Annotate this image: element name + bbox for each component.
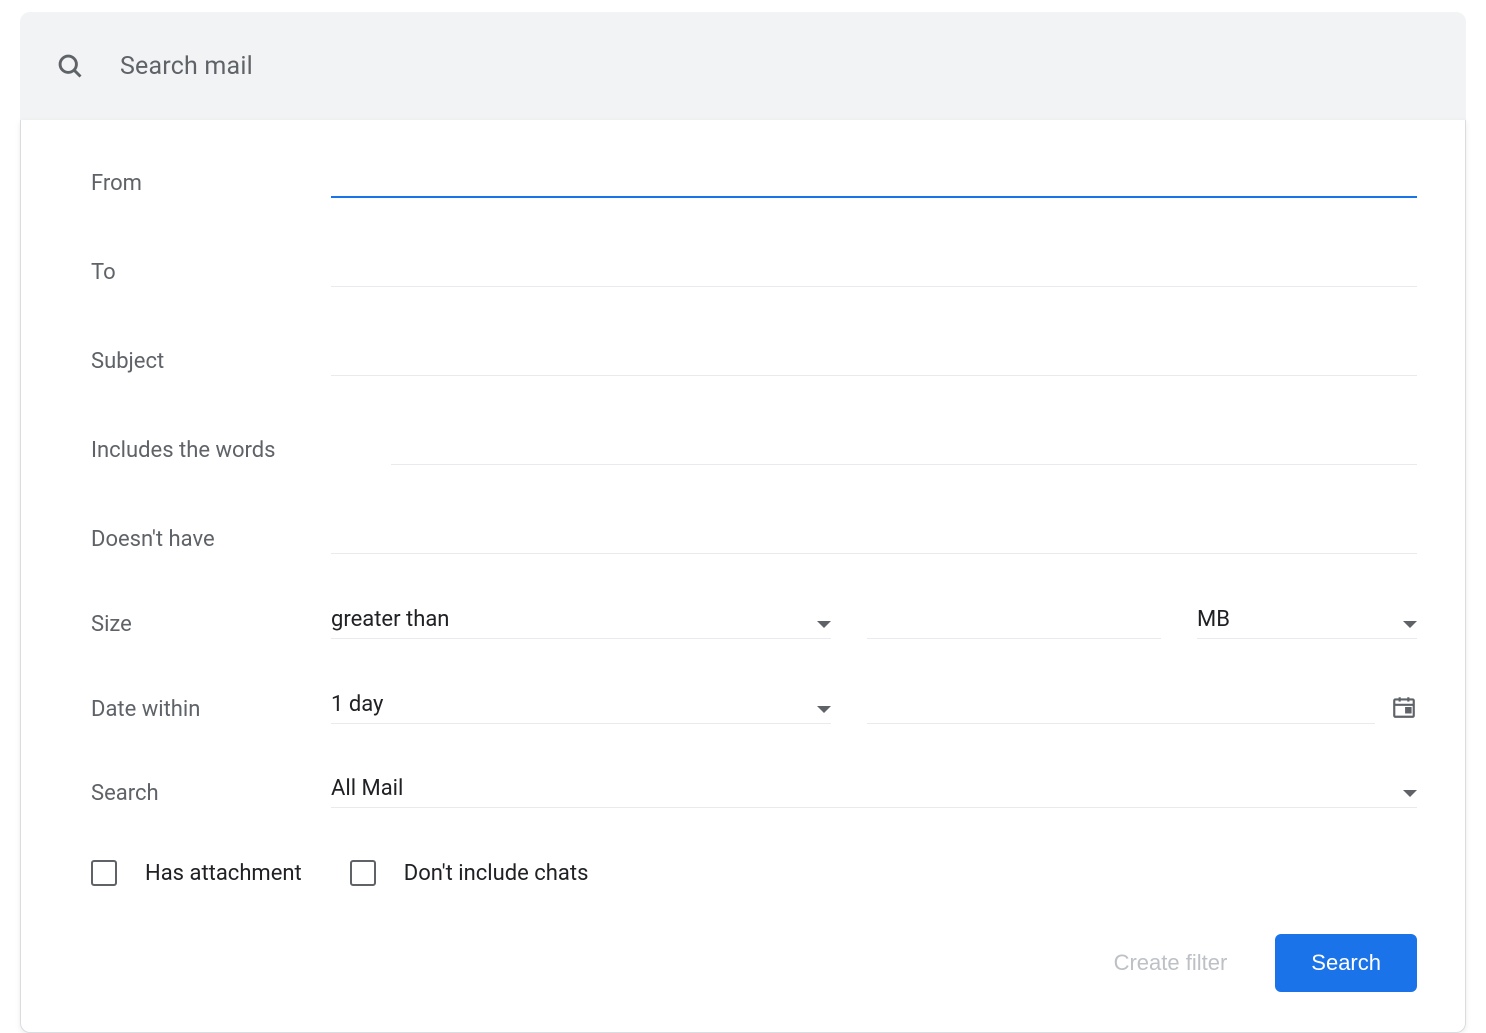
size-label: Size bbox=[91, 612, 331, 639]
from-input[interactable] bbox=[331, 160, 1417, 198]
has-attachment-label: Has attachment bbox=[145, 861, 302, 886]
caret-down-icon bbox=[1403, 621, 1417, 628]
size-compare-select[interactable]: greater than bbox=[331, 607, 831, 639]
doesnt-have-label: Doesn't have bbox=[91, 527, 331, 554]
size-value-input[interactable] bbox=[867, 606, 1161, 639]
to-input[interactable] bbox=[331, 250, 1417, 287]
includes-words-input[interactable] bbox=[391, 428, 1417, 465]
size-unit-value: MB bbox=[1197, 607, 1393, 632]
search-scope-select[interactable]: All Mail bbox=[331, 776, 1417, 808]
caret-down-icon bbox=[1403, 790, 1417, 797]
subject-input[interactable] bbox=[331, 339, 1417, 376]
date-range-value: 1 day bbox=[331, 692, 807, 717]
from-label: From bbox=[91, 171, 331, 198]
search-bar[interactable]: Search mail bbox=[20, 12, 1466, 120]
exclude-chats-label: Don't include chats bbox=[404, 861, 589, 886]
exclude-chats-checkbox[interactable] bbox=[350, 860, 376, 886]
has-attachment-checkbox-item[interactable]: Has attachment bbox=[91, 860, 302, 886]
search-scope-label: Search bbox=[91, 781, 331, 808]
subject-label: Subject bbox=[91, 349, 331, 376]
size-unit-select[interactable]: MB bbox=[1197, 607, 1417, 639]
has-attachment-checkbox[interactable] bbox=[91, 860, 117, 886]
date-within-label: Date within bbox=[91, 697, 331, 724]
date-range-select[interactable]: 1 day bbox=[331, 692, 831, 724]
search-button[interactable]: Search bbox=[1275, 934, 1417, 992]
advanced-search-panel: From To Subject Includes the words Doesn… bbox=[20, 120, 1466, 1033]
exclude-chats-checkbox-item[interactable]: Don't include chats bbox=[350, 860, 589, 886]
caret-down-icon bbox=[817, 706, 831, 713]
caret-down-icon bbox=[817, 621, 831, 628]
create-filter-button[interactable]: Create filter bbox=[1114, 950, 1228, 976]
includes-words-label: Includes the words bbox=[91, 438, 391, 465]
date-input[interactable] bbox=[867, 691, 1375, 724]
search-placeholder: Search mail bbox=[120, 52, 253, 81]
size-compare-value: greater than bbox=[331, 607, 807, 632]
calendar-icon[interactable] bbox=[1391, 694, 1417, 720]
to-label: To bbox=[91, 260, 331, 287]
doesnt-have-input[interactable] bbox=[331, 517, 1417, 554]
search-scope-value: All Mail bbox=[331, 776, 1393, 801]
search-icon bbox=[56, 52, 84, 80]
